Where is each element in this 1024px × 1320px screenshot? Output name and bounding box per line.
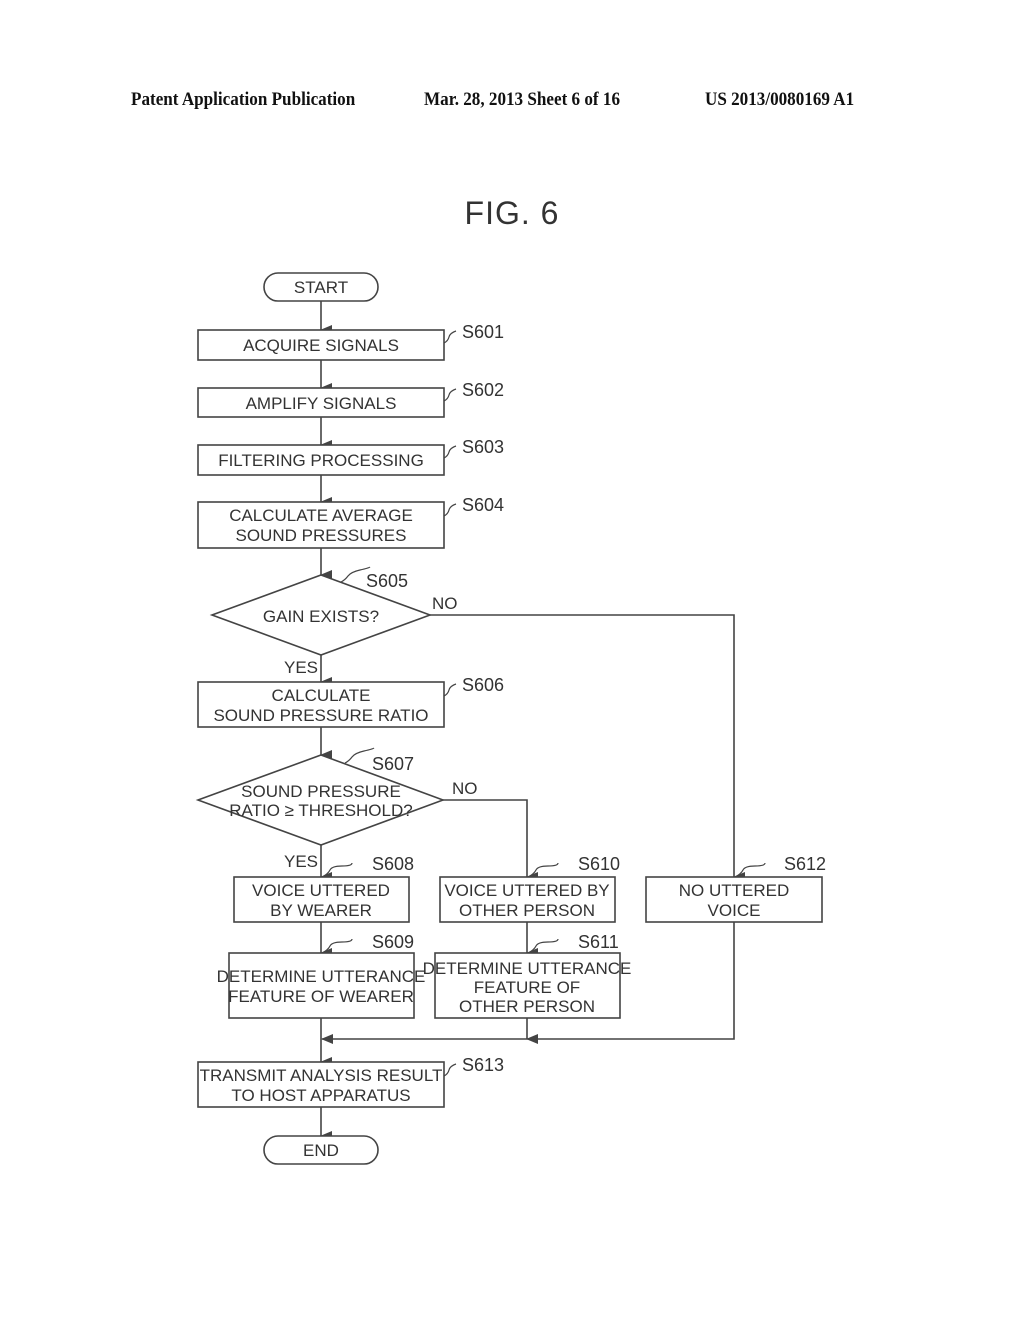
end-terminal: END (263, 1135, 379, 1165)
s608-label-line2: BY WEARER (270, 901, 372, 920)
step-s601: ACQUIRE SIGNALS S601 (197, 322, 504, 361)
s610-leader (527, 862, 559, 878)
s611-label-line3: OTHER PERSON (459, 997, 595, 1016)
s607-label-line1: SOUND PRESSURE (241, 782, 401, 801)
s606-id: S606 (462, 675, 504, 695)
s603-id: S603 (462, 437, 504, 457)
s605-id: S605 (366, 571, 408, 591)
s605-no-label: NO (432, 594, 458, 613)
step-s612: NO UTTERED VOICE S612 (645, 854, 826, 923)
step-s613: TRANSMIT ANALYSIS RESULT TO HOST APPARAT… (197, 1055, 504, 1108)
s610-label-line1: VOICE UTTERED BY (444, 881, 609, 900)
s602-leader (443, 388, 457, 402)
step-s608: VOICE UTTERED BY WEARER S608 (233, 854, 414, 923)
s603-label: FILTERING PROCESSING (218, 451, 424, 470)
s611-id: S611 (578, 932, 619, 952)
step-s604: CALCULATE AVERAGE SOUND PRESSURES S604 (197, 495, 504, 549)
s609-label-line1: DETERMINE UTTERANCE (217, 967, 426, 986)
s612-leader (734, 862, 766, 878)
arrow-s607-no-s610 (443, 799, 538, 882)
s607-yes-label: YES (284, 852, 318, 871)
s611-leader (527, 938, 559, 954)
s603-leader (443, 445, 457, 459)
s601-label: ACQUIRE SIGNALS (243, 336, 399, 355)
step-s602: AMPLIFY SIGNALS S602 (197, 380, 504, 418)
s604-id: S604 (462, 495, 504, 515)
s605-yes-label: YES (284, 658, 318, 677)
s602-id: S602 (462, 380, 504, 400)
s613-label-line1: TRANSMIT ANALYSIS RESULT (200, 1066, 443, 1085)
s602-label: AMPLIFY SIGNALS (246, 394, 397, 413)
s609-label-line2: FEATURE OF WEARER (228, 987, 414, 1006)
s612-id: S612 (784, 854, 826, 874)
s608-leader (321, 862, 353, 878)
s606-label-line2: SOUND PRESSURE RATIO (213, 706, 428, 725)
arrow-s605-no-s612 (430, 614, 745, 882)
s610-id: S610 (578, 854, 620, 874)
s613-id: S613 (462, 1055, 504, 1075)
s601-id: S601 (462, 322, 504, 342)
decision-s605: GAIN EXISTS? S605 NO YES (209, 566, 458, 677)
step-s603: FILTERING PROCESSING S603 (197, 437, 504, 476)
s612-label-line1: NO UTTERED (679, 881, 790, 900)
flowchart: START ACQUIRE SIGNALS S601 AMPLIFY SIGNA… (195, 272, 826, 1165)
s613-leader (443, 1063, 457, 1077)
s604-label-line1: CALCULATE AVERAGE (229, 506, 413, 525)
s606-leader (443, 683, 457, 697)
s604-label-line2: SOUND PRESSURES (236, 526, 407, 545)
s609-id: S609 (372, 932, 414, 952)
s607-no-label: NO (452, 779, 478, 798)
s604-leader (443, 503, 457, 517)
decision-s607: SOUND PRESSURE RATIO ≥ THRESHOLD? S607 N… (195, 747, 478, 871)
s607-label-line2: RATIO ≥ THRESHOLD? (229, 801, 412, 820)
s610-label-line2: OTHER PERSON (459, 901, 595, 920)
s606-label-line1: CALCULATE (272, 686, 371, 705)
s611-label-line1: DETERMINE UTTERANCE (423, 959, 632, 978)
s607-id: S607 (372, 754, 414, 774)
s608-id: S608 (372, 854, 414, 874)
s613-label-line2: TO HOST APPARATUS (231, 1086, 410, 1105)
s608-label-line1: VOICE UTTERED (252, 881, 390, 900)
s612-label-line2: VOICE (708, 901, 761, 920)
start-label: START (294, 278, 348, 297)
step-s610: VOICE UTTERED BY OTHER PERSON S610 (439, 854, 620, 923)
start-terminal: START (263, 272, 379, 302)
s611-label-line2: FEATURE OF (474, 978, 580, 997)
s601-leader (443, 330, 457, 344)
step-s606: CALCULATE SOUND PRESSURE RATIO S606 (197, 675, 504, 728)
s609-leader (321, 938, 353, 954)
end-label: END (303, 1141, 339, 1160)
s607-leader (344, 747, 375, 764)
s605-label: GAIN EXISTS? (263, 607, 379, 626)
